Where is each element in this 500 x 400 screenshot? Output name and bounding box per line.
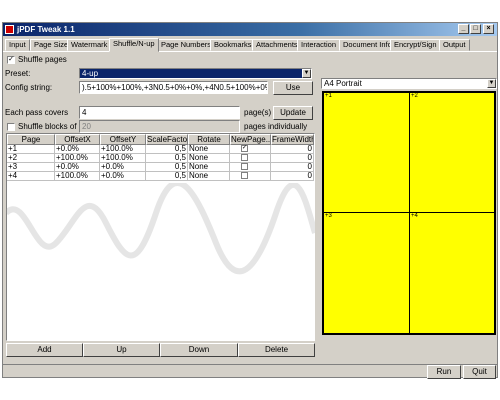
cell-newpage[interactable]: [230, 163, 271, 172]
tab-encrypt-sign[interactable]: Encrypt/Sign: [390, 39, 441, 51]
column-header[interactable]: FrameWidth: [271, 134, 314, 145]
tab-bookmarks[interactable]: Bookmarks: [210, 39, 256, 51]
shuffle-pages-label: Shuffle pages: [18, 55, 67, 64]
cell-rotate[interactable]: None: [188, 163, 230, 172]
preset-select[interactable]: 4-up ▼: [79, 68, 312, 79]
paper-size-value: A4 Portrait: [324, 79, 362, 88]
shuffle-pages-checkbox[interactable]: ✓: [7, 56, 15, 64]
column-header[interactable]: ScaleFactor: [146, 134, 188, 145]
cell-page[interactable]: +2: [7, 154, 55, 163]
cell-rotate[interactable]: None: [188, 172, 230, 181]
window-title: jPDF Tweak 1.1: [17, 25, 75, 34]
quit-button[interactable]: Quit: [463, 365, 496, 379]
close-button[interactable]: ×: [483, 24, 494, 34]
cell-offset-x[interactable]: +0.0%: [55, 163, 100, 172]
column-header[interactable]: Rotate: [188, 134, 230, 145]
each-pass-input[interactable]: 4: [79, 106, 240, 119]
cell-scale[interactable]: 0,5: [146, 145, 188, 154]
row-actions-bar: Add Up Down Delete: [6, 343, 315, 357]
tab-attachments[interactable]: Attachments: [252, 39, 302, 51]
cell-page[interactable]: +1: [7, 145, 55, 154]
cell-offset-y[interactable]: +100.0%: [100, 154, 146, 163]
table-row[interactable]: +1 +0.0% +100.0% 0,5 None ✓ 0: [7, 145, 314, 154]
column-header[interactable]: NewPage...: [230, 134, 271, 145]
cell-offset-y[interactable]: +100.0%: [100, 145, 146, 154]
preview-cell: +1: [323, 92, 410, 213]
cell-scale[interactable]: 0,5: [146, 154, 188, 163]
preset-value: 4-up: [82, 69, 99, 78]
cell-frame-width[interactable]: 0: [271, 163, 314, 172]
maximize-button[interactable]: □: [470, 24, 481, 34]
shuffle-blocks-checkbox[interactable]: [7, 123, 15, 131]
cell-page[interactable]: +3: [7, 163, 55, 172]
config-string-input[interactable]: ).5+100%+100%,+3N0.5+0%+0%,+4N0.5+100%+0…: [79, 81, 268, 94]
tab-shuffle-nup[interactable]: Shuffle/N-up: [109, 38, 159, 52]
tab-bar: Input Page Size Watermark Shuffle/N-up P…: [3, 38, 497, 52]
nup-preview: A4 Portrait ▼ +1 +2 +3 +4: [321, 78, 497, 335]
tab-page-numbers[interactable]: Page Numbers: [157, 39, 216, 51]
move-down-button[interactable]: Down: [160, 343, 238, 357]
cell-frame-width[interactable]: 0: [271, 172, 314, 181]
paper-size-select[interactable]: A4 Portrait ▼: [321, 78, 497, 89]
footer-bar: Run Quit: [3, 364, 497, 379]
pages-suffix-label: page(s): [244, 108, 272, 117]
move-up-button[interactable]: Up: [83, 343, 160, 357]
shuffle-blocks-input[interactable]: 20: [79, 120, 240, 133]
cell-offset-x[interactable]: +0.0%: [55, 145, 100, 154]
cell-offset-y[interactable]: +0.0%: [100, 163, 146, 172]
cell-offset-x[interactable]: +100.0%: [55, 154, 100, 163]
cell-frame-width[interactable]: 0: [271, 154, 314, 163]
table-header: Page OffsetX OffsetY ScaleFactor Rotate …: [7, 134, 314, 145]
column-header[interactable]: OffsetX: [55, 134, 100, 145]
tab-document-info[interactable]: Document Info: [339, 39, 396, 51]
cell-offset-y[interactable]: +0.0%: [100, 172, 146, 181]
each-pass-label: Each pass covers: [5, 108, 69, 117]
pages-individually-label: pages individually: [244, 122, 308, 131]
tab-input[interactable]: Input: [5, 39, 30, 51]
table-row[interactable]: +2 +100.0% +100.0% 0,5 None 0: [7, 154, 314, 163]
cell-newpage[interactable]: [230, 172, 271, 181]
add-row-button[interactable]: Add: [6, 343, 83, 357]
update-button[interactable]: Update: [273, 106, 313, 120]
cell-newpage[interactable]: ✓: [230, 145, 271, 154]
preset-label: Preset:: [5, 69, 31, 78]
table-row[interactable]: +3 +0.0% +0.0% 0,5 None 0: [7, 163, 314, 172]
newpage-checkbox[interactable]: ✓: [241, 145, 248, 152]
cell-rotate[interactable]: None: [188, 154, 230, 163]
minimize-button[interactable]: _: [458, 24, 469, 34]
shuffle-blocks-label: Shuffle blocks of: [18, 122, 77, 131]
cell-frame-width[interactable]: 0: [271, 145, 314, 154]
column-header[interactable]: OffsetY: [100, 134, 146, 145]
newpage-checkbox[interactable]: [241, 172, 248, 179]
delete-row-button[interactable]: Delete: [238, 343, 315, 357]
table-row[interactable]: +4 +100.0% +0.0% 0,5 None 0: [7, 172, 314, 181]
config-string-label: Config string:: [5, 83, 53, 92]
preview-page: +1 +2 +3 +4: [322, 91, 496, 335]
preview-cell: +2: [409, 92, 495, 213]
cell-scale[interactable]: 0,5: [146, 163, 188, 172]
watermark-wave-graphic: [6, 183, 315, 275]
tab-output[interactable]: Output: [439, 39, 470, 51]
title-bar[interactable]: jPDF Tweak 1.1 _ □ ×: [3, 23, 497, 36]
run-button[interactable]: Run: [427, 365, 461, 379]
app-icon: [5, 25, 14, 34]
column-header[interactable]: Page: [7, 134, 55, 145]
cell-page[interactable]: +4: [7, 172, 55, 181]
tab-watermark[interactable]: Watermark: [67, 39, 112, 51]
tab-page-size[interactable]: Page Size: [30, 39, 73, 51]
newpage-checkbox[interactable]: [241, 154, 248, 161]
cell-newpage[interactable]: [230, 154, 271, 163]
cell-scale[interactable]: 0,5: [146, 172, 188, 181]
cell-offset-x[interactable]: +100.0%: [55, 172, 100, 181]
chevron-down-icon[interactable]: ▼: [487, 79, 496, 88]
newpage-checkbox[interactable]: [241, 163, 248, 170]
tab-interaction[interactable]: Interaction: [297, 39, 341, 51]
preview-cell: +3: [323, 212, 410, 334]
preview-cell: +4: [409, 212, 495, 334]
chevron-down-icon[interactable]: ▼: [302, 69, 311, 78]
use-button[interactable]: Use: [273, 81, 313, 95]
main-window: jPDF Tweak 1.1 _ □ × Input Page Size Wat…: [2, 22, 498, 379]
cell-rotate[interactable]: None: [188, 145, 230, 154]
